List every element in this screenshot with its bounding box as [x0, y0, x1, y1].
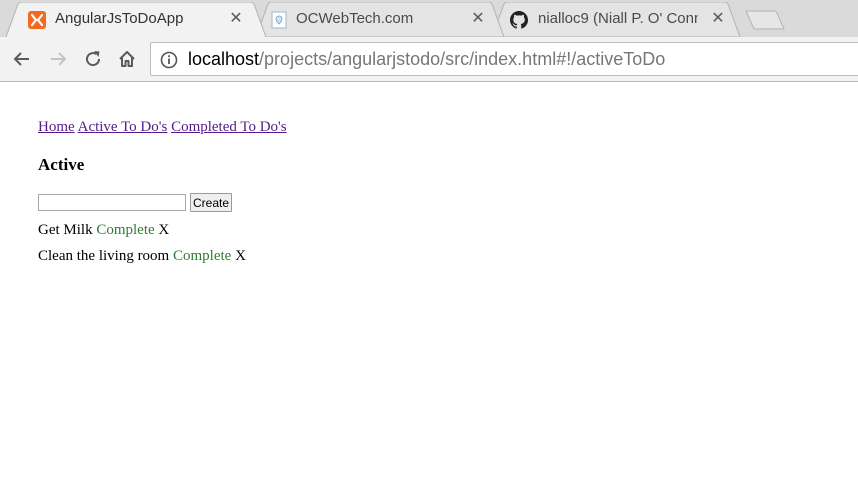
- browser-toolbar: localhost/projects/angularjstodo/src/ind…: [0, 37, 858, 82]
- close-icon[interactable]: ✕: [710, 11, 726, 27]
- complete-button[interactable]: Complete: [173, 248, 231, 264]
- url-text[interactable]: localhost/projects/angularjstodo/src/ind…: [188, 49, 665, 70]
- reload-icon: [86, 51, 101, 67]
- tab-strip: nialloc9 (Niall P. O' Conn ✕ OCWebTech.c…: [0, 0, 858, 37]
- tab-angularjstodoapp[interactable]: AngularJsToDoApp ✕: [6, 2, 268, 37]
- back-arrow-icon: [13, 52, 29, 66]
- close-icon[interactable]: ✕: [470, 11, 486, 27]
- todo-input[interactable]: [38, 194, 186, 211]
- nav-links: Home Active To Do's Completed To Do's: [38, 119, 287, 136]
- forward-arrow-icon: [51, 52, 67, 66]
- remove-button[interactable]: X: [158, 222, 169, 238]
- create-button[interactable]: Create: [190, 193, 233, 212]
- create-form: Create: [38, 193, 233, 212]
- xampp-icon: [28, 11, 46, 29]
- list-item: Clean the living room Complete X: [38, 247, 246, 273]
- list-item: Get Milk Complete X: [38, 221, 246, 247]
- tab-title: OCWebTech.com: [296, 10, 414, 27]
- tab-github[interactable]: nialloc9 (Niall P. O' Conn ✕: [492, 2, 742, 37]
- url-path: /projects/angularjstodo/src/index.html#!…: [259, 49, 666, 69]
- reload-button[interactable]: [81, 47, 105, 71]
- todo-list: Get Milk Complete X Clean the living roo…: [38, 221, 246, 273]
- todo-text: Clean the living room: [38, 248, 170, 264]
- address-bar[interactable]: localhost/projects/angularjstodo/src/ind…: [150, 42, 858, 76]
- complete-button[interactable]: Complete: [96, 222, 154, 238]
- close-icon[interactable]: ✕: [228, 11, 244, 27]
- page-content: Home Active To Do's Completed To Do's Ac…: [0, 83, 858, 496]
- todo-text: Get Milk: [38, 222, 93, 238]
- page-title: Active: [38, 155, 85, 174]
- tab-ocwebtech[interactable]: OCWebTech.com ✕: [256, 2, 506, 37]
- nav-link-completed[interactable]: Completed To Do's: [171, 119, 287, 135]
- tab-title: nialloc9 (Niall P. O' Conn: [538, 10, 698, 27]
- remove-button[interactable]: X: [235, 248, 246, 264]
- url-host: localhost: [188, 49, 260, 69]
- page-icon: [270, 11, 288, 29]
- tab-title: AngularJsToDoApp: [55, 10, 184, 27]
- forward-button[interactable]: [46, 47, 70, 71]
- nav-link-home[interactable]: Home: [38, 119, 75, 135]
- back-button[interactable]: [10, 47, 34, 71]
- info-icon[interactable]: [160, 51, 178, 69]
- home-button[interactable]: [115, 47, 139, 71]
- new-tab-button[interactable]: [744, 10, 786, 30]
- nav-link-active[interactable]: Active To Do's: [78, 119, 168, 135]
- github-icon: [510, 11, 528, 29]
- home-icon: [119, 51, 135, 67]
